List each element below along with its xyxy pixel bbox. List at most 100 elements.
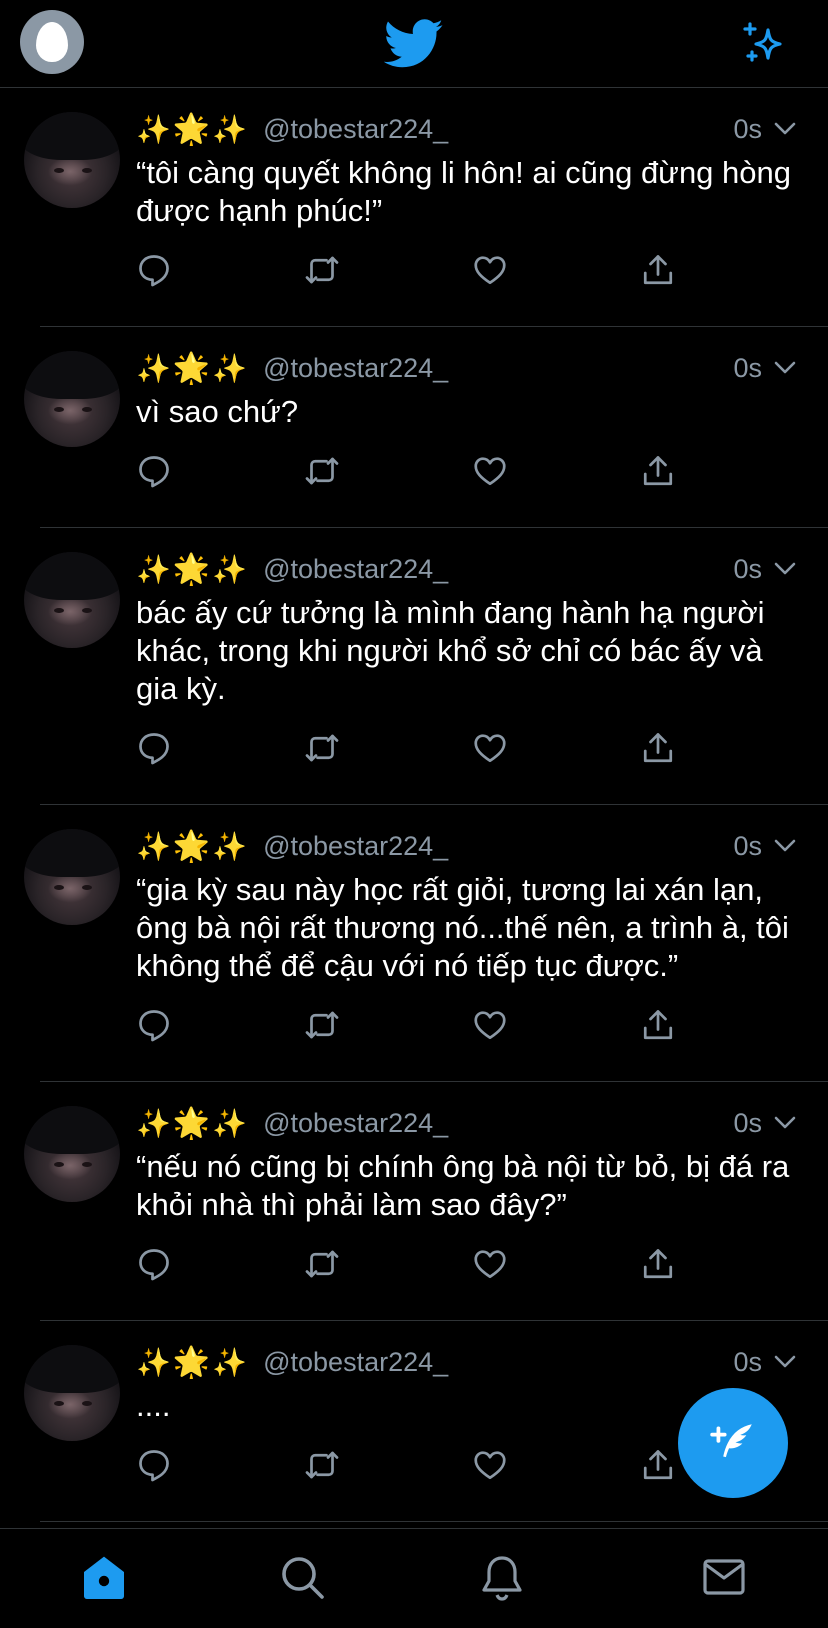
retweet-icon bbox=[305, 457, 339, 485]
share-icon bbox=[643, 1010, 673, 1040]
reply-button[interactable] bbox=[136, 1447, 176, 1487]
tweet-time: 0s bbox=[733, 1102, 796, 1144]
like-button[interactable] bbox=[472, 1447, 512, 1487]
tweet-handle[interactable]: @tobestar224_ bbox=[263, 831, 448, 862]
chevron-down-icon[interactable] bbox=[774, 839, 796, 853]
compose-tweet-icon bbox=[710, 1424, 752, 1458]
search-icon[interactable] bbox=[278, 1553, 326, 1601]
display-name-emoji: ✨ bbox=[136, 552, 173, 586]
tweet-header: ✨🌟✨ @tobestar224_ bbox=[136, 108, 448, 150]
display-name-emoji: ✨ bbox=[136, 112, 173, 146]
tweet-avatar[interactable] bbox=[24, 1345, 120, 1441]
display-name-emojis[interactable]: ✨🌟✨ bbox=[136, 1345, 249, 1380]
chevron-down-icon[interactable] bbox=[774, 122, 796, 136]
tweet-item[interactable]: ✨🌟✨ @tobestar224_ 0s “tôi càng quyết không … bbox=[24, 88, 828, 327]
display-name-emojis[interactable]: ✨🌟✨ bbox=[136, 829, 249, 864]
tweet-timestamp: 0s bbox=[733, 1107, 762, 1138]
messages-icon[interactable] bbox=[700, 1553, 748, 1601]
tweet-item[interactable]: ✨🌟✨ @tobestar224_ 0s vì sao chứ? bbox=[24, 327, 828, 528]
retweet-icon bbox=[305, 1451, 339, 1479]
reply-button[interactable] bbox=[136, 252, 176, 292]
share-icon bbox=[643, 456, 673, 486]
tweet-text: “nếu nó cũng bị chính ông bà nội từ bỏ, … bbox=[136, 1149, 798, 1222]
like-button[interactable] bbox=[472, 453, 512, 493]
bottom-nav bbox=[0, 1528, 828, 1628]
display-name-emoji: 🌟 bbox=[172, 828, 213, 864]
display-name-emojis[interactable]: ✨🌟✨ bbox=[136, 351, 249, 386]
tweet-actions bbox=[136, 453, 696, 493]
retweet-button[interactable] bbox=[304, 1447, 344, 1487]
chevron-down-icon[interactable] bbox=[774, 1116, 796, 1130]
tweet-timestamp: 0s bbox=[733, 553, 762, 584]
reply-icon bbox=[139, 1010, 169, 1042]
like-button[interactable] bbox=[472, 1007, 512, 1047]
tweet-handle[interactable]: @tobestar224_ bbox=[263, 353, 448, 384]
tweet-item[interactable]: ✨🌟✨ @tobestar224_ 0s “gia kỳ sau này học rấ… bbox=[24, 805, 828, 1082]
reply-button[interactable] bbox=[136, 1007, 176, 1047]
share-button[interactable] bbox=[640, 1246, 680, 1286]
display-name-emojis[interactable]: ✨🌟✨ bbox=[136, 1106, 249, 1141]
tweet-actions bbox=[136, 252, 696, 292]
like-icon bbox=[474, 734, 506, 763]
notifications-icon[interactable] bbox=[478, 1553, 526, 1601]
home-icon[interactable] bbox=[80, 1553, 128, 1601]
tweet-timestamp: 0s bbox=[733, 1346, 762, 1377]
tweet-avatar[interactable] bbox=[24, 1106, 120, 1202]
tweet-timestamp: 0s bbox=[733, 830, 762, 861]
like-button[interactable] bbox=[472, 1246, 512, 1286]
tweet-timestamp: 0s bbox=[733, 352, 762, 383]
tweet-text: “gia kỳ sau này học rất giỏi, tương lai … bbox=[136, 872, 798, 983]
tweet-item[interactable]: ✨🌟✨ @tobestar224_ 0s bác ấy cứ tưởng là mìn… bbox=[24, 528, 828, 805]
like-icon bbox=[474, 457, 506, 486]
display-name-emoji: ✨ bbox=[212, 112, 250, 146]
timeline-feed[interactable]: ✨🌟✨ @tobestar224_ 0s “tôi càng quyết không … bbox=[0, 88, 828, 1528]
like-button[interactable] bbox=[472, 252, 512, 292]
chevron-down-icon[interactable] bbox=[774, 562, 796, 576]
tweet-handle[interactable]: @tobestar224_ bbox=[263, 554, 448, 585]
retweet-button[interactable] bbox=[304, 252, 344, 292]
tweet-avatar[interactable] bbox=[24, 552, 120, 648]
twitter-bird-icon[interactable] bbox=[384, 18, 444, 70]
tweet-time: 0s bbox=[733, 825, 796, 867]
display-name-emoji: ✨ bbox=[212, 829, 250, 863]
tweet-actions bbox=[136, 1447, 696, 1487]
chevron-down-icon[interactable] bbox=[774, 361, 796, 375]
reply-button[interactable] bbox=[136, 1246, 176, 1286]
retweet-icon bbox=[305, 734, 339, 762]
retweet-button[interactable] bbox=[304, 1246, 344, 1286]
reply-button[interactable] bbox=[136, 730, 176, 770]
like-icon bbox=[474, 1011, 506, 1040]
share-icon bbox=[643, 733, 673, 763]
reply-button[interactable] bbox=[136, 453, 176, 493]
tweet-time: 0s bbox=[733, 1341, 796, 1383]
display-name-emojis[interactable]: ✨🌟✨ bbox=[136, 552, 249, 587]
share-button[interactable] bbox=[640, 730, 680, 770]
tweet-handle[interactable]: @tobestar224_ bbox=[263, 114, 448, 145]
like-button[interactable] bbox=[472, 730, 512, 770]
display-name-emoji: ✨ bbox=[136, 351, 173, 385]
share-button[interactable] bbox=[640, 1007, 680, 1047]
retweet-button[interactable] bbox=[304, 453, 344, 493]
compose-tweet-button[interactable] bbox=[678, 1388, 788, 1498]
retweet-button[interactable] bbox=[304, 730, 344, 770]
tweet-avatar[interactable] bbox=[24, 351, 120, 447]
retweet-icon bbox=[305, 1250, 339, 1278]
display-name-emojis[interactable]: ✨🌟✨ bbox=[136, 112, 249, 147]
tweet-text: bác ấy cứ tưởng là mình đang hành hạ ngư… bbox=[136, 595, 774, 706]
tweet-handle[interactable]: @tobestar224_ bbox=[263, 1347, 448, 1378]
share-button[interactable] bbox=[640, 252, 680, 292]
tweet-avatar[interactable] bbox=[24, 112, 120, 208]
chevron-down-icon[interactable] bbox=[774, 1355, 796, 1369]
retweet-button[interactable] bbox=[304, 1007, 344, 1047]
tweet-actions bbox=[136, 1007, 696, 1047]
tweet-avatar[interactable] bbox=[24, 829, 120, 925]
tweet-timestamp: 0s bbox=[733, 113, 762, 144]
share-icon bbox=[643, 1450, 673, 1480]
sparkle-icon[interactable] bbox=[740, 20, 788, 68]
display-name-emoji: ✨ bbox=[212, 1106, 250, 1140]
share-button[interactable] bbox=[640, 1447, 680, 1487]
tweet-item[interactable]: ✨🌟✨ @tobestar224_ 0s “nếu nó cũng bị chính … bbox=[24, 1082, 828, 1321]
tweet-handle[interactable]: @tobestar224_ bbox=[263, 1108, 448, 1139]
profile-avatar-icon[interactable] bbox=[20, 10, 84, 74]
share-button[interactable] bbox=[640, 453, 680, 493]
